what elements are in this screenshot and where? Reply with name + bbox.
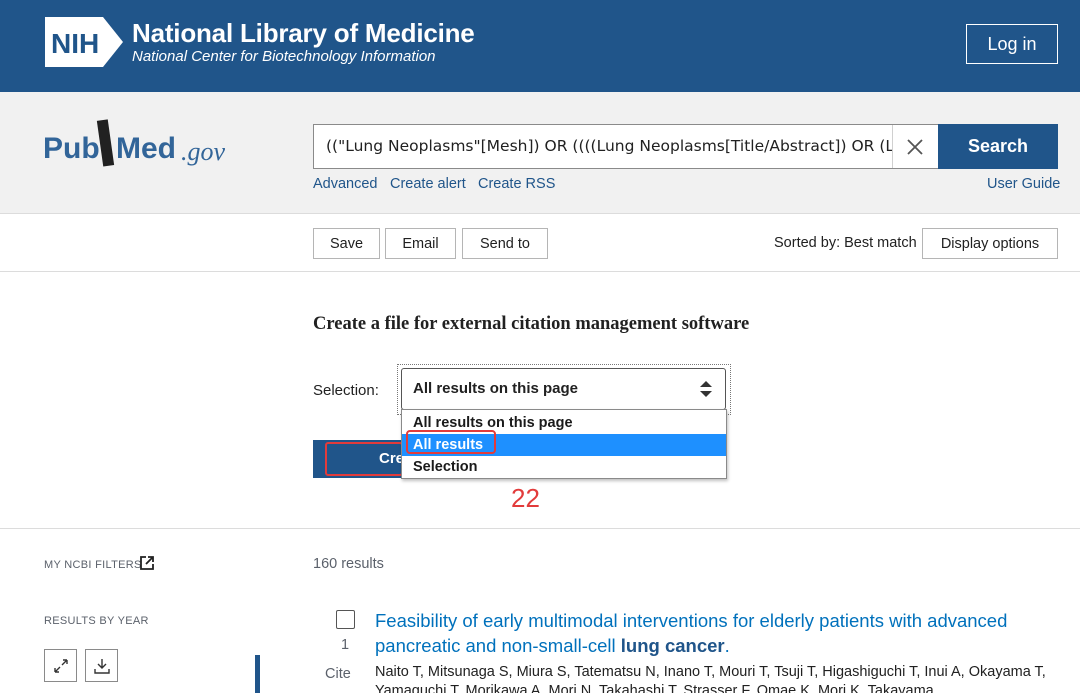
create-alert-link[interactable]: Create alert <box>390 176 466 192</box>
select-arrows-icon <box>700 381 712 397</box>
result-authors-continued: Yamaguchi T, Morikawa A, Mori N, Takahas… <box>375 683 935 693</box>
expand-chart-button[interactable] <box>44 649 77 682</box>
nih-logo-icon[interactable]: NIH <box>43 17 125 67</box>
search-input[interactable]: (("Lung Neoplasms"[Mesh]) OR ((((Lung Ne… <box>313 124 938 169</box>
pubmed-logo-pub: Pub <box>43 132 100 165</box>
user-guide-link[interactable]: User Guide <box>987 176 1060 192</box>
nih-title[interactable]: National Library of Medicine <box>132 18 475 49</box>
advanced-link[interactable]: Advanced <box>313 176 378 192</box>
nih-logo-text: NIH <box>51 28 99 59</box>
sort-label[interactable]: Sorted by: Best match <box>774 235 917 251</box>
search-button[interactable]: Search <box>938 124 1058 169</box>
expand-icon <box>53 658 68 673</box>
external-link-icon[interactable] <box>140 556 154 570</box>
create-button-highlight <box>325 442 403 476</box>
results-count: 160 results <box>313 556 384 572</box>
create-rss-link[interactable]: Create RSS <box>478 176 555 192</box>
my-ncbi-filters-label[interactable]: MY NCBI FILTERS <box>44 559 142 571</box>
option-highlight-box <box>406 430 496 454</box>
selection-select[interactable]: All results on this page <box>401 368 726 410</box>
send-to-button[interactable]: Send to <box>462 228 548 259</box>
save-button[interactable]: Save <box>313 228 380 259</box>
pubmed-logo[interactable]: Pub Med .gov <box>43 118 243 174</box>
year-chart-bar[interactable] <box>255 655 260 693</box>
result-title-link[interactable]: Feasibility of early multimodal interven… <box>375 608 1040 658</box>
result-title-highlight: lung cancer <box>620 635 725 656</box>
section-divider <box>0 528 1080 529</box>
email-button[interactable]: Email <box>385 228 456 259</box>
clear-search-button[interactable] <box>892 125 937 168</box>
login-button[interactable]: Log in <box>966 24 1058 64</box>
result-title-suffix: . <box>724 635 730 656</box>
pubmed-logo-gov: .gov <box>181 137 226 166</box>
annotation-number: 22 <box>511 483 540 513</box>
result-number: 1 <box>341 637 350 653</box>
results-by-year-label: RESULTS BY YEAR <box>44 615 149 627</box>
dropdown-option-selection[interactable]: Selection <box>402 456 726 478</box>
result-authors: Naito T, Mitsunaga S, Miura S, Tatematsu… <box>375 664 1046 680</box>
cite-button[interactable]: Cite <box>325 666 351 682</box>
display-options-button[interactable]: Display options <box>922 228 1058 259</box>
pubmed-logo-med: Med <box>116 132 176 165</box>
selection-label: Selection: <box>313 382 379 399</box>
nih-subtitle: National Center for Biotechnology Inform… <box>132 48 436 65</box>
citation-heading: Create a file for external citation mana… <box>313 314 750 334</box>
result-checkbox[interactable] <box>336 610 355 629</box>
download-chart-button[interactable] <box>85 649 118 682</box>
close-icon <box>907 138 923 155</box>
download-icon <box>93 658 110 674</box>
